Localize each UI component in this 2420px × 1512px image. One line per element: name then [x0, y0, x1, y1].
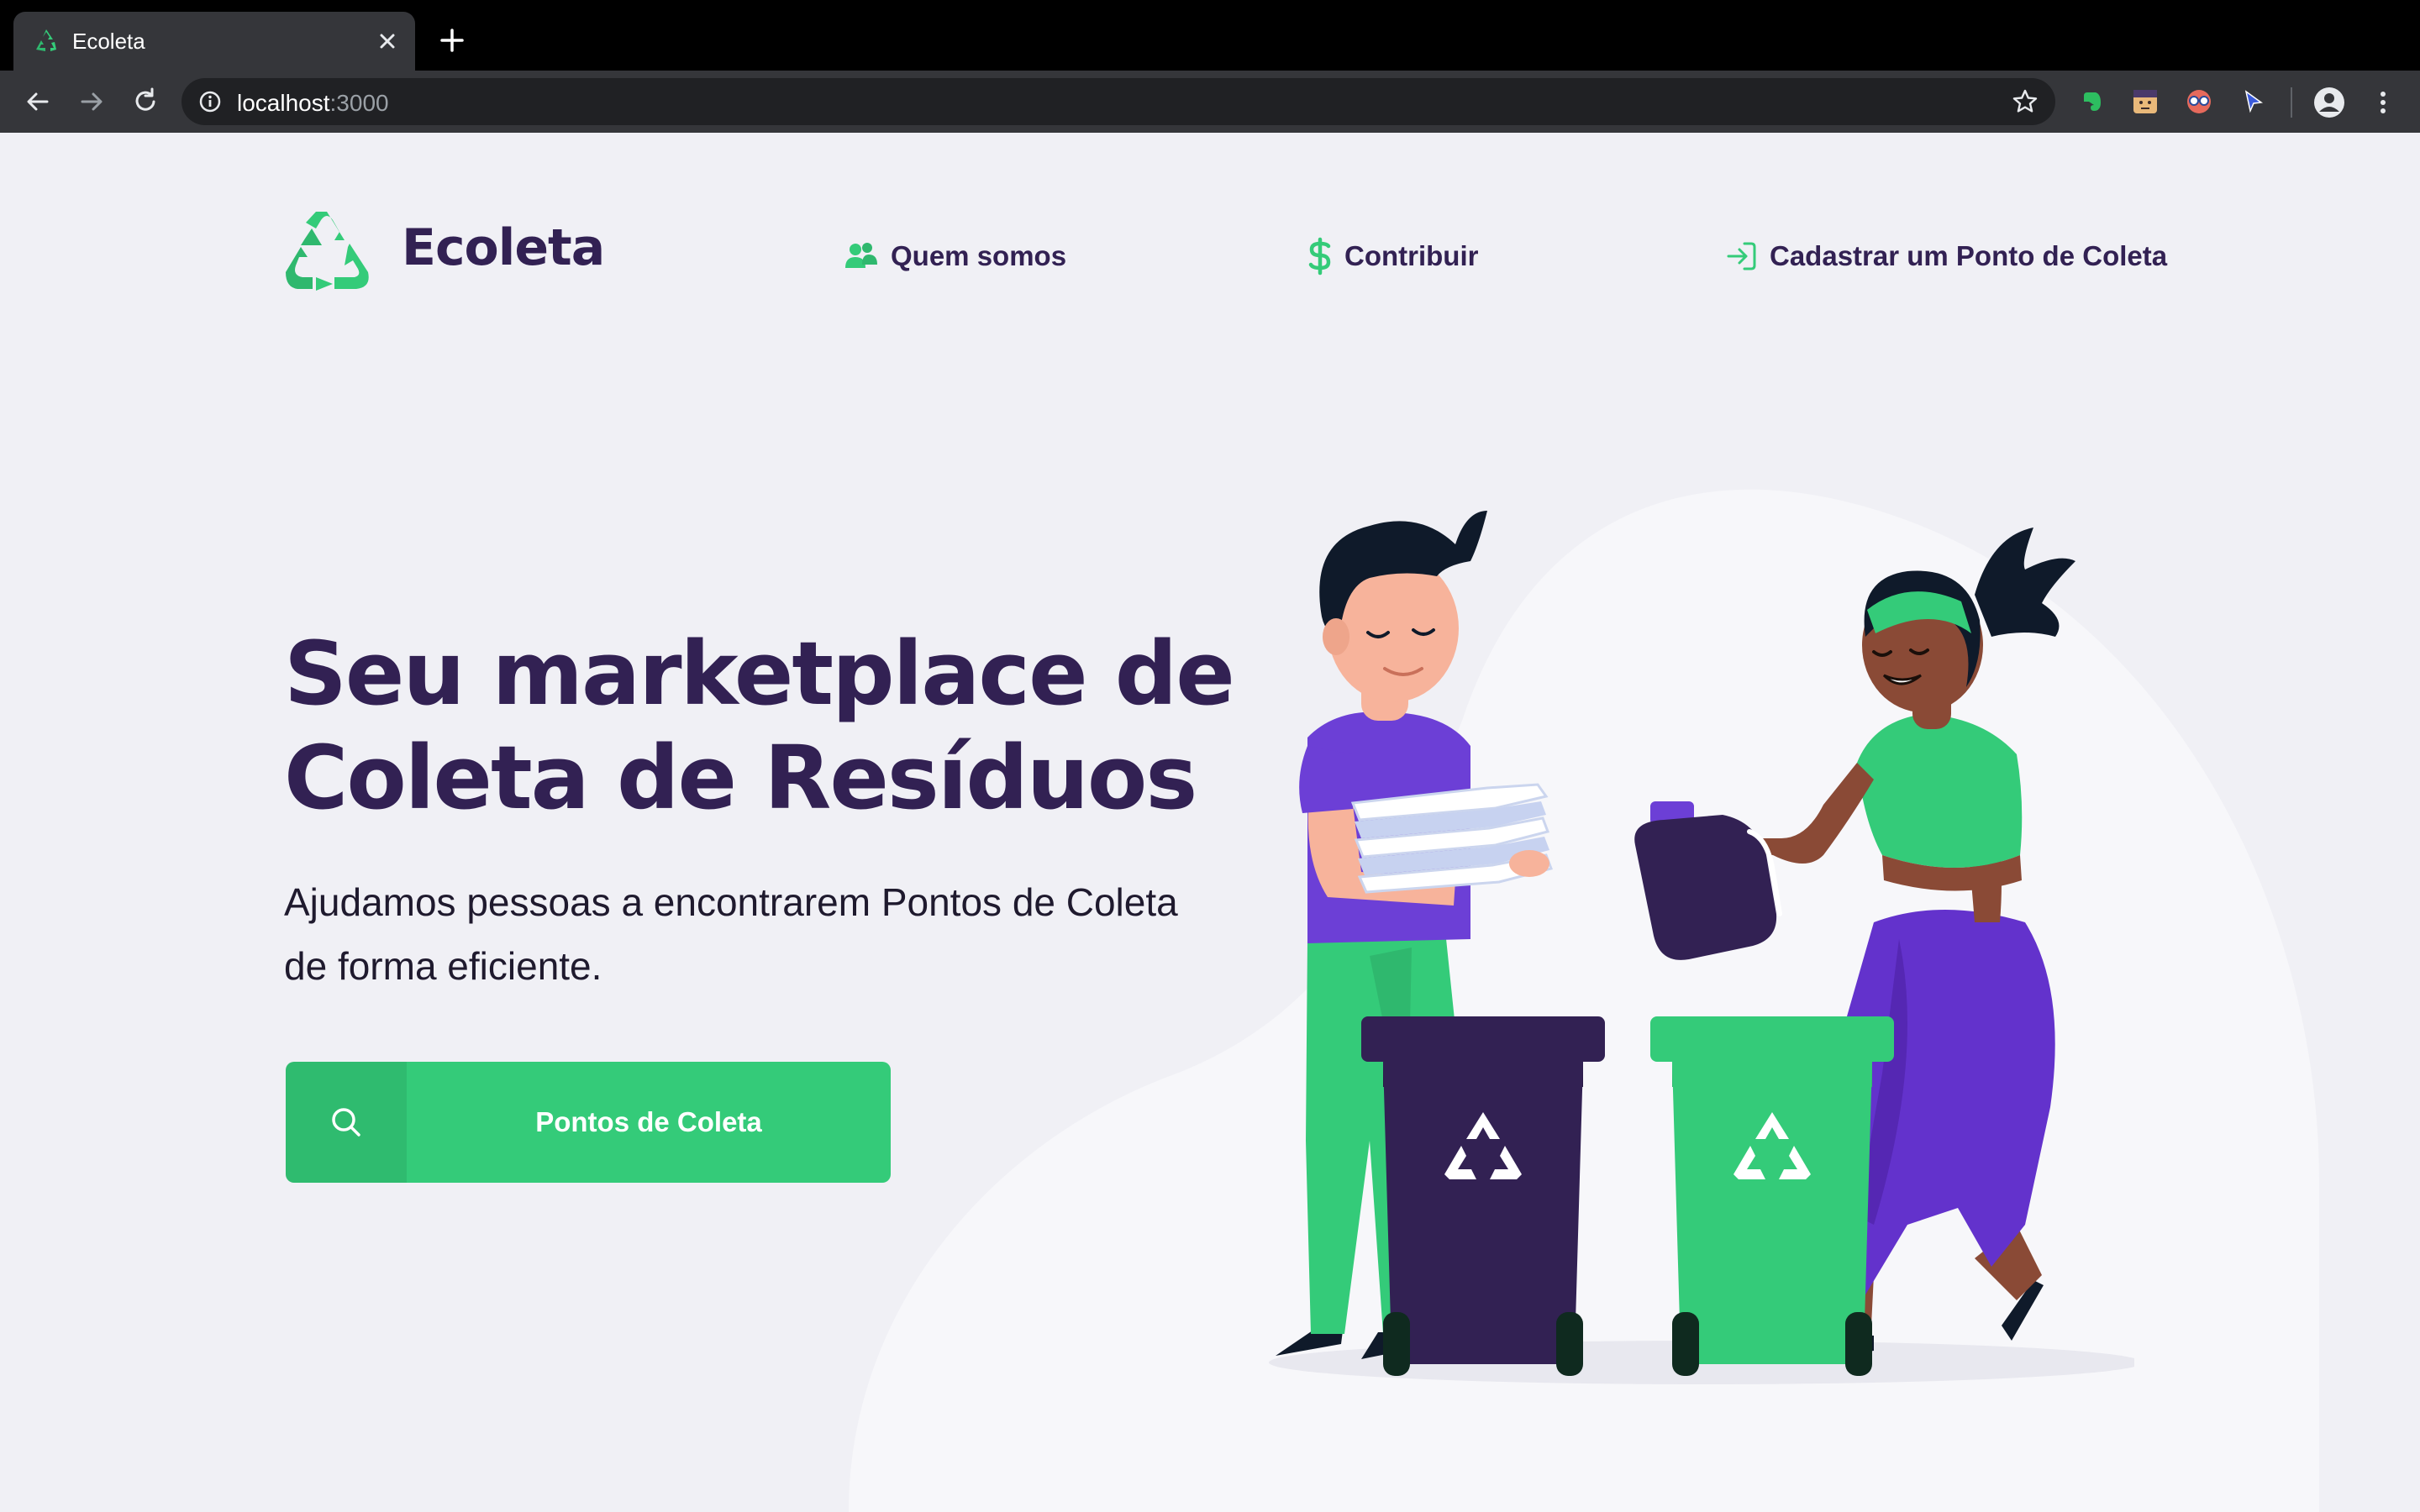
url-port: :3000 — [329, 90, 389, 116]
face-extension-icon[interactable] — [2131, 87, 2160, 116]
cta-label: Pontos de Coleta — [535, 1106, 762, 1137]
logo-text: Ecoleta — [402, 218, 605, 277]
hero-title-line: Seu marketplace de — [284, 622, 1235, 725]
profile-avatar-icon[interactable] — [2312, 86, 2346, 119]
tab-title: Ecoleta — [72, 29, 145, 54]
url-text[interactable]: localhost:3000 — [237, 90, 389, 117]
pontos-de-coleta-button[interactable]: Pontos de Coleta — [286, 1062, 891, 1183]
info-icon[interactable] — [198, 90, 222, 113]
nav-link-label: Contribuir — [1344, 240, 1479, 271]
forward-arrow-icon[interactable] — [74, 84, 109, 119]
hero-title-line: Coleta de Resíduos — [284, 727, 1197, 829]
hero-title: Seu marketplace de Coleta de Resíduos — [284, 622, 1292, 830]
page-content: Ecoleta Quem somos Contribuir Cadastrar … — [0, 133, 2420, 1512]
search-icon — [332, 1108, 360, 1137]
close-icon[interactable] — [373, 27, 402, 55]
address-bar[interactable]: localhost:3000 — [182, 78, 2055, 125]
new-tab-plus-icon[interactable] — [435, 24, 469, 57]
green-recycling-bin — [1650, 1016, 1894, 1376]
pointer-extension-icon[interactable] — [2238, 87, 2267, 116]
evernote-extension-icon[interactable] — [2077, 87, 2106, 116]
hero-subtitle: Ajudamos pessoas a encontrarem Pontos de… — [284, 870, 1292, 998]
kebab-menu-icon[interactable] — [2370, 86, 2396, 119]
users-icon — [845, 243, 877, 268]
nav-link-contribuir[interactable]: Contribuir — [1307, 235, 1478, 277]
recycling-people-illustration — [1269, 511, 2134, 1384]
reload-icon[interactable] — [128, 84, 163, 119]
log-in-icon — [1727, 242, 1756, 270]
url-host: localhost — [237, 90, 330, 116]
toolbar-divider — [2291, 87, 2292, 118]
browser-tab[interactable]: Ecoleta — [13, 12, 415, 71]
recycle-icon — [36, 29, 56, 51]
cta-icon-box — [286, 1062, 407, 1183]
glasses-extension-icon[interactable] — [2185, 87, 2213, 116]
recycle-logo-icon — [286, 212, 369, 291]
logo[interactable]: Ecoleta — [284, 210, 605, 294]
hero-subtitle-line: Ajudamos pessoas a encontrarem Pontos de… — [284, 880, 1178, 924]
nav-link-label: Cadastrar um Ponto de Coleta — [1770, 240, 2168, 271]
nav-link-label: Quem somos — [891, 240, 1067, 271]
paper-stack — [1350, 783, 1553, 894]
browser-toolbar: localhost:3000 — [0, 71, 2420, 133]
purple-jug — [1634, 801, 1782, 960]
hero-subtitle-line: de forma eficiente. — [284, 944, 602, 988]
purple-recycling-bin — [1361, 1016, 1605, 1376]
back-arrow-icon[interactable] — [20, 84, 55, 119]
dollar-icon — [1308, 237, 1331, 276]
bookmark-star-icon[interactable] — [2012, 88, 2039, 115]
nav-link-quem-somos[interactable]: Quem somos — [844, 235, 1066, 277]
nav-link-cadastrar[interactable]: Cadastrar um Ponto de Coleta — [1724, 235, 2167, 277]
browser-tab-strip: Ecoleta — [0, 0, 2420, 71]
